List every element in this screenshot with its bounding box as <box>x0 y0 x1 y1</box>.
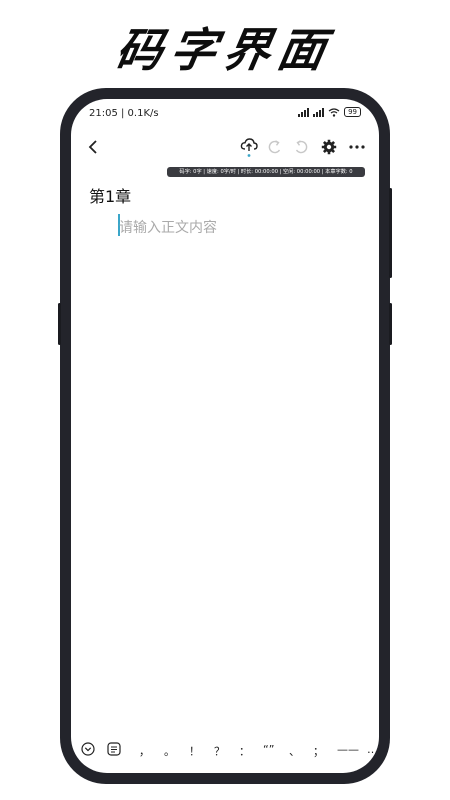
phone-power-button <box>389 303 392 345</box>
cloud-upload-icon <box>240 138 258 157</box>
redo-button[interactable] <box>289 135 313 159</box>
status-time-speed: 21:05 | 0.1K/s <box>89 108 159 119</box>
settings-button[interactable] <box>317 135 341 159</box>
symbol-exclamation[interactable]: ！ <box>189 743 200 759</box>
more-dots-icon <box>349 145 365 149</box>
format-button[interactable] <box>107 742 121 756</box>
document-format-icon <box>107 742 121 756</box>
symbol-enumeration-comma[interactable]: 、 <box>289 743 300 759</box>
quick-symbol-bar: ， 。 ！ ？ ： “” 、 ； —— … <box>71 741 379 763</box>
undo-icon <box>268 140 281 154</box>
phone-screen: 21:05 | 0.1K/s 99 码字: 0字 | 速度: 0字/时 | 时长… <box>71 99 379 773</box>
chapter-title[interactable]: 第1章 <box>89 183 131 207</box>
wifi-icon <box>328 107 340 117</box>
symbol-question[interactable]: ？ <box>214 743 225 759</box>
battery-icon: 99 <box>344 107 361 117</box>
phone-frame: 21:05 | 0.1K/s 99 码字: 0字 | 速度: 0字/时 | 时长… <box>58 88 392 784</box>
symbol-ellipsis[interactable]: … <box>367 743 378 756</box>
content-editor[interactable]: 请输入正文内容 <box>119 217 217 237</box>
phone-volume-button <box>389 188 392 278</box>
symbol-colon[interactable]: ： <box>239 743 250 759</box>
symbol-comma[interactable]: ， <box>139 743 150 759</box>
gear-icon <box>321 139 337 155</box>
editor-toolbar <box>71 135 379 163</box>
signal-icon <box>298 107 310 117</box>
banner-title: 码字界面 <box>111 23 338 77</box>
status-bar: 21:05 | 0.1K/s 99 <box>71 99 379 127</box>
writing-stats-bar: 码字: 0字 | 速度: 0字/时 | 时长: 00:00:00 | 空闲: 0… <box>167 167 365 177</box>
phone-side-button <box>58 303 61 345</box>
chevron-left-icon <box>88 140 97 154</box>
symbol-semicolon[interactable]: ； <box>313 743 324 759</box>
back-button[interactable] <box>81 135 105 159</box>
more-button[interactable] <box>345 135 369 159</box>
cloud-sync-button[interactable] <box>237 135 261 159</box>
signal-icon-2 <box>313 107 325 117</box>
symbol-dash[interactable]: —— <box>337 743 359 756</box>
undo-button[interactable] <box>263 135 287 159</box>
symbol-period[interactable]: 。 <box>164 743 175 759</box>
status-icons: 99 <box>298 107 361 117</box>
collapse-button[interactable] <box>81 742 95 756</box>
redo-icon <box>295 140 308 154</box>
chevron-down-circle-icon <box>81 742 95 756</box>
symbol-quotes[interactable]: “” <box>263 743 274 756</box>
